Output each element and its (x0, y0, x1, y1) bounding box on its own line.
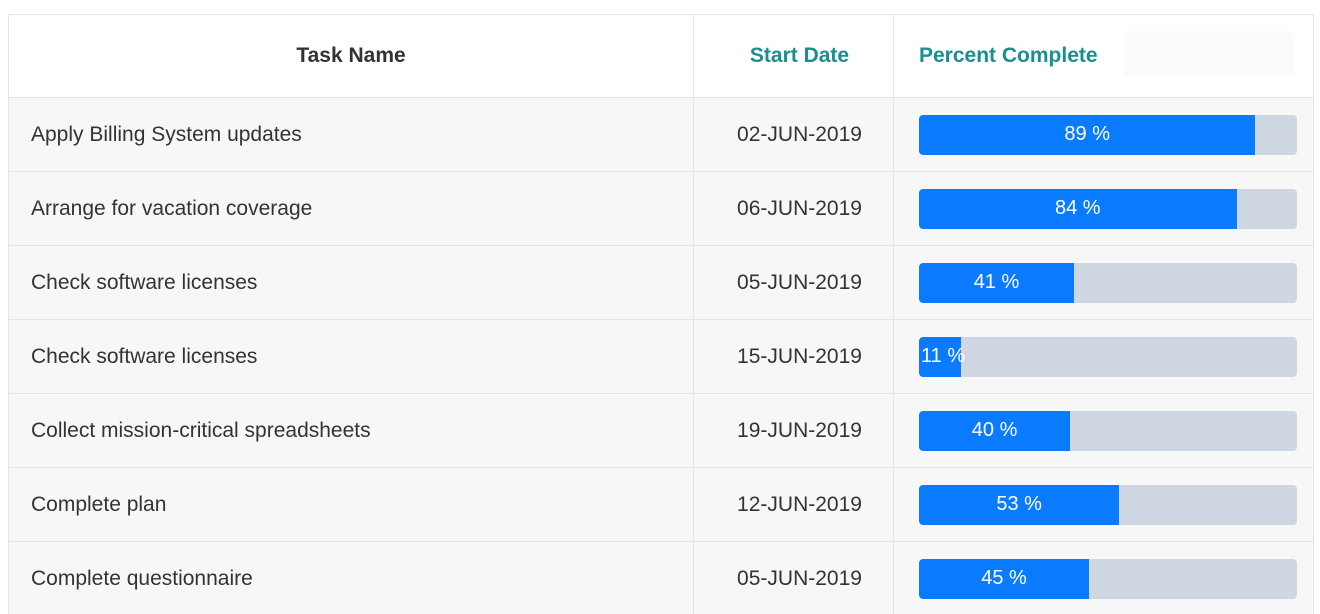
percent-complete-cell: 40 % (894, 394, 1313, 467)
header-ghost-area (1124, 31, 1294, 77)
percent-complete-cell: 84 % (894, 172, 1313, 245)
percent-complete-cell: 45 % (894, 542, 1313, 614)
percent-complete-cell: 89 % (894, 98, 1313, 171)
progress-bar-label: 89 % (1064, 123, 1110, 145)
task-name-cell: Complete questionnaire (9, 542, 694, 614)
start-date-cell: 02-JUN-2019 (694, 98, 894, 171)
table-row[interactable]: Complete plan 12-JUN-2019 53 % (9, 468, 1313, 542)
table-row[interactable]: Collect mission-critical spreadsheets 19-… (9, 394, 1313, 468)
progress-bar-track: 53 % (919, 484, 1297, 525)
table-body: Apply Billing System updates 02-JUN-2019 8… (9, 98, 1313, 614)
progress-bar-label: 40 % (971, 419, 1018, 441)
column-header-task-name[interactable]: Task Name (9, 15, 694, 97)
task-name-cell: Collect mission-critical spreadsheets (9, 394, 694, 467)
start-date-cell: 06-JUN-2019 (694, 172, 894, 245)
task-name-cell: Arrange for vacation coverage (9, 172, 694, 245)
task-grid: Task Name Start Date Percent Complete Ap… (8, 14, 1314, 614)
task-name-cell: Check software licenses (9, 246, 694, 319)
table-row[interactable]: Check software licenses 05-JUN-2019 41 % (9, 246, 1313, 320)
progress-bar-label: 84 % (1054, 197, 1101, 219)
percent-complete-cell: 41 % (894, 246, 1313, 319)
task-name-cell: Apply Billing System updates (9, 98, 694, 171)
table-row[interactable]: Complete questionnaire 05-JUN-2019 45 % (9, 542, 1313, 614)
table-row[interactable]: Check software licenses 15-JUN-2019 11 % (9, 320, 1313, 394)
percent-complete-cell: 53 % (894, 468, 1313, 541)
progress-bar-track: 41 % (919, 262, 1297, 303)
progress-bar-track: 40 % (919, 410, 1297, 451)
progress-bar-track: 45 % (919, 558, 1297, 599)
start-date-cell: 05-JUN-2019 (694, 542, 894, 614)
progress-bar-label: 11 % (921, 345, 966, 367)
task-name-cell: Complete plan (9, 468, 694, 541)
start-date-cell: 19-JUN-2019 (694, 394, 894, 467)
percent-complete-cell: 11 % (894, 320, 1313, 393)
start-date-cell: 05-JUN-2019 (694, 246, 894, 319)
progress-bar-track: 11 % (919, 336, 1297, 377)
progress-bar-label: 45 % (981, 567, 1027, 589)
progress-bar-label: 41 % (973, 271, 1020, 293)
progress-bar-label: 53 % (996, 493, 1042, 515)
progress-bar-track: 89 % (919, 114, 1297, 155)
column-header-percent-complete[interactable]: Percent Complete (894, 15, 1313, 97)
table-row[interactable]: Apply Billing System updates 02-JUN-2019 8… (9, 98, 1313, 172)
task-name-cell: Check software licenses (9, 320, 694, 393)
start-date-cell: 15-JUN-2019 (694, 320, 894, 393)
page: Task Name Start Date Percent Complete Ap… (0, 0, 1320, 614)
progress-bar-track: 84 % (919, 188, 1297, 229)
column-header-start-date[interactable]: Start Date (694, 15, 894, 97)
table-header-row: Task Name Start Date Percent Complete (9, 15, 1313, 98)
start-date-cell: 12-JUN-2019 (694, 468, 894, 541)
column-header-percent-complete-label: Percent Complete (919, 44, 1098, 67)
table-row[interactable]: Arrange for vacation coverage 06-JUN-2019… (9, 172, 1313, 246)
